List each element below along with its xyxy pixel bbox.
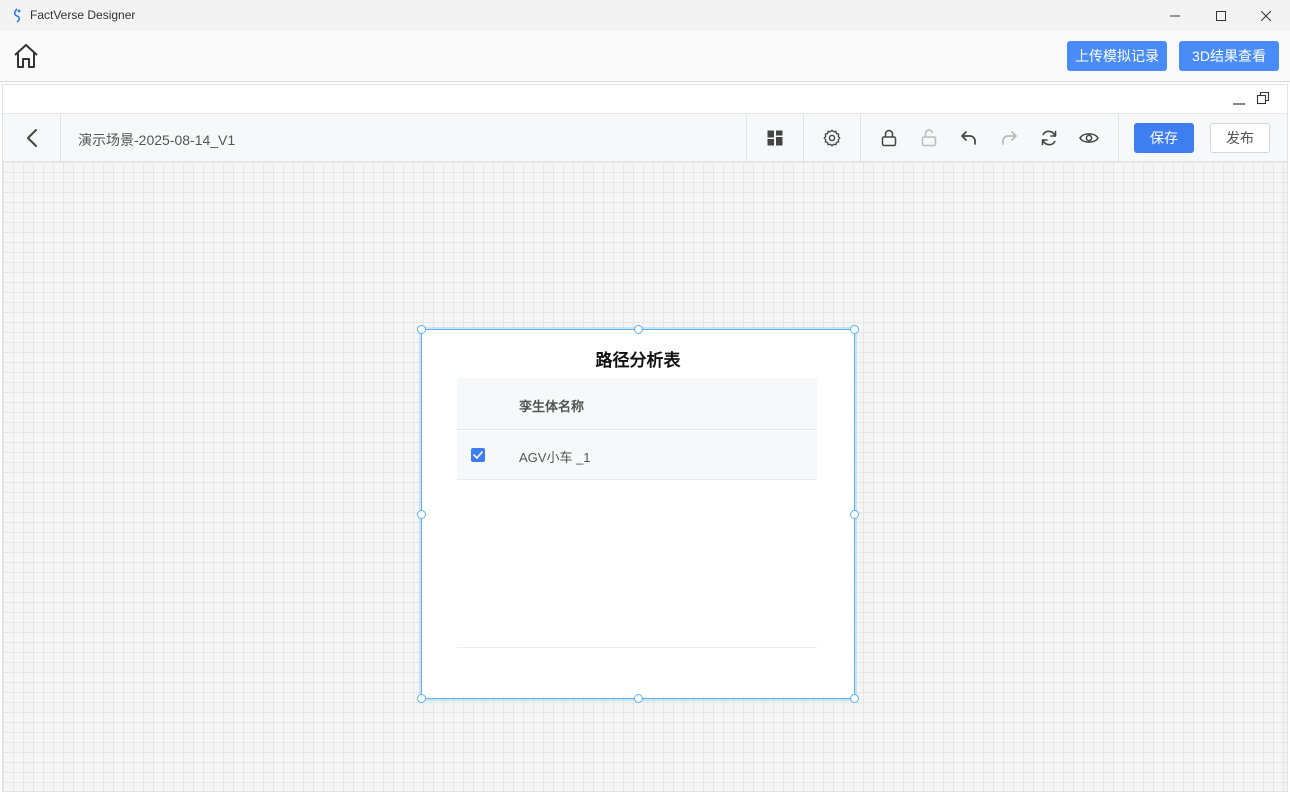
- row-checkbox[interactable]: [471, 448, 485, 462]
- layout-icon: [767, 130, 783, 146]
- back-button[interactable]: [3, 114, 61, 161]
- settings-button[interactable]: [820, 126, 844, 150]
- lock-button[interactable]: [877, 126, 901, 150]
- layout-button[interactable]: [763, 126, 787, 150]
- toolbar-divider: [746, 114, 747, 161]
- unlock-icon: [921, 129, 937, 147]
- resize-handle-bottom-right[interactable]: [850, 694, 859, 703]
- panel-restore-icon[interactable]: [1256, 91, 1270, 105]
- chevron-left-icon: [26, 128, 37, 147]
- close-button[interactable]: [1243, 0, 1289, 31]
- resize-handle-left[interactable]: [417, 510, 426, 519]
- toolbar-divider: [860, 114, 861, 161]
- column-header-twin-name: 孪生体名称: [519, 399, 585, 414]
- design-canvas[interactable]: 路径分析表 孪生体名称 AGV小车 _1: [3, 162, 1287, 791]
- scene-name: 演示场景-2025-08-14_V1: [78, 132, 236, 148]
- maximize-icon: [1216, 10, 1226, 21]
- home-button[interactable]: [10, 40, 42, 72]
- designer-frame: 演示场景-2025-08-14_V1 保存 发布 路径分析表 孪生体名称 AGV…: [2, 84, 1288, 792]
- resize-handle-right[interactable]: [850, 510, 859, 519]
- gear-icon: [823, 129, 841, 147]
- lock-icon: [881, 129, 897, 147]
- table-footer-divider: [457, 647, 817, 648]
- app-logo-icon: [13, 8, 21, 23]
- resize-handle-top-right[interactable]: [850, 325, 859, 334]
- save-button[interactable]: 保存: [1134, 123, 1194, 153]
- maximize-button[interactable]: [1198, 0, 1244, 31]
- toolbar-divider: [1118, 114, 1119, 161]
- resize-handle-bottom-left[interactable]: [417, 694, 426, 703]
- publish-button[interactable]: 发布: [1210, 123, 1270, 153]
- toolbar-divider: [803, 114, 804, 161]
- minimize-button[interactable]: [1152, 0, 1198, 31]
- window-titlebar: FactVerse Designer: [0, 0, 1290, 31]
- home-icon: [14, 44, 38, 68]
- eye-icon: [1079, 133, 1099, 143]
- table-row[interactable]: AGV小车 _1: [457, 431, 817, 480]
- redo-button[interactable]: [997, 126, 1021, 150]
- close-icon: [1261, 10, 1271, 21]
- resize-handle-top-left[interactable]: [417, 325, 426, 334]
- refresh-button[interactable]: [1037, 126, 1061, 150]
- minimize-icon: [1170, 15, 1180, 16]
- table-header: 孪生体名称: [457, 378, 817, 430]
- unlock-button[interactable]: [917, 126, 941, 150]
- preview-button[interactable]: [1077, 126, 1101, 150]
- path-analysis-table-widget[interactable]: 路径分析表 孪生体名称 AGV小车 _1: [417, 325, 859, 703]
- app-header: 上传模拟记录 3D结果查看: [0, 31, 1290, 82]
- window-title: FactVerse Designer: [30, 8, 136, 22]
- designer-toolbar: 演示场景-2025-08-14_V1 保存 发布: [3, 113, 1287, 162]
- resize-handle-bottom[interactable]: [634, 694, 643, 703]
- upload-record-button[interactable]: 上传模拟记录: [1067, 41, 1167, 71]
- widget-title: 路径分析表: [595, 351, 681, 370]
- undo-button[interactable]: [957, 126, 981, 150]
- view-3d-result-button[interactable]: 3D结果查看: [1179, 41, 1279, 71]
- panel-mini-bar: [3, 85, 1287, 113]
- panel-minimize-icon[interactable]: [1232, 92, 1246, 106]
- refresh-icon: [1041, 130, 1057, 146]
- resize-handle-top[interactable]: [634, 325, 643, 334]
- redo-icon: [1002, 131, 1017, 145]
- undo-icon: [961, 131, 976, 145]
- row-twin-name: AGV小车 _1: [519, 450, 591, 465]
- check-icon: [473, 451, 483, 459]
